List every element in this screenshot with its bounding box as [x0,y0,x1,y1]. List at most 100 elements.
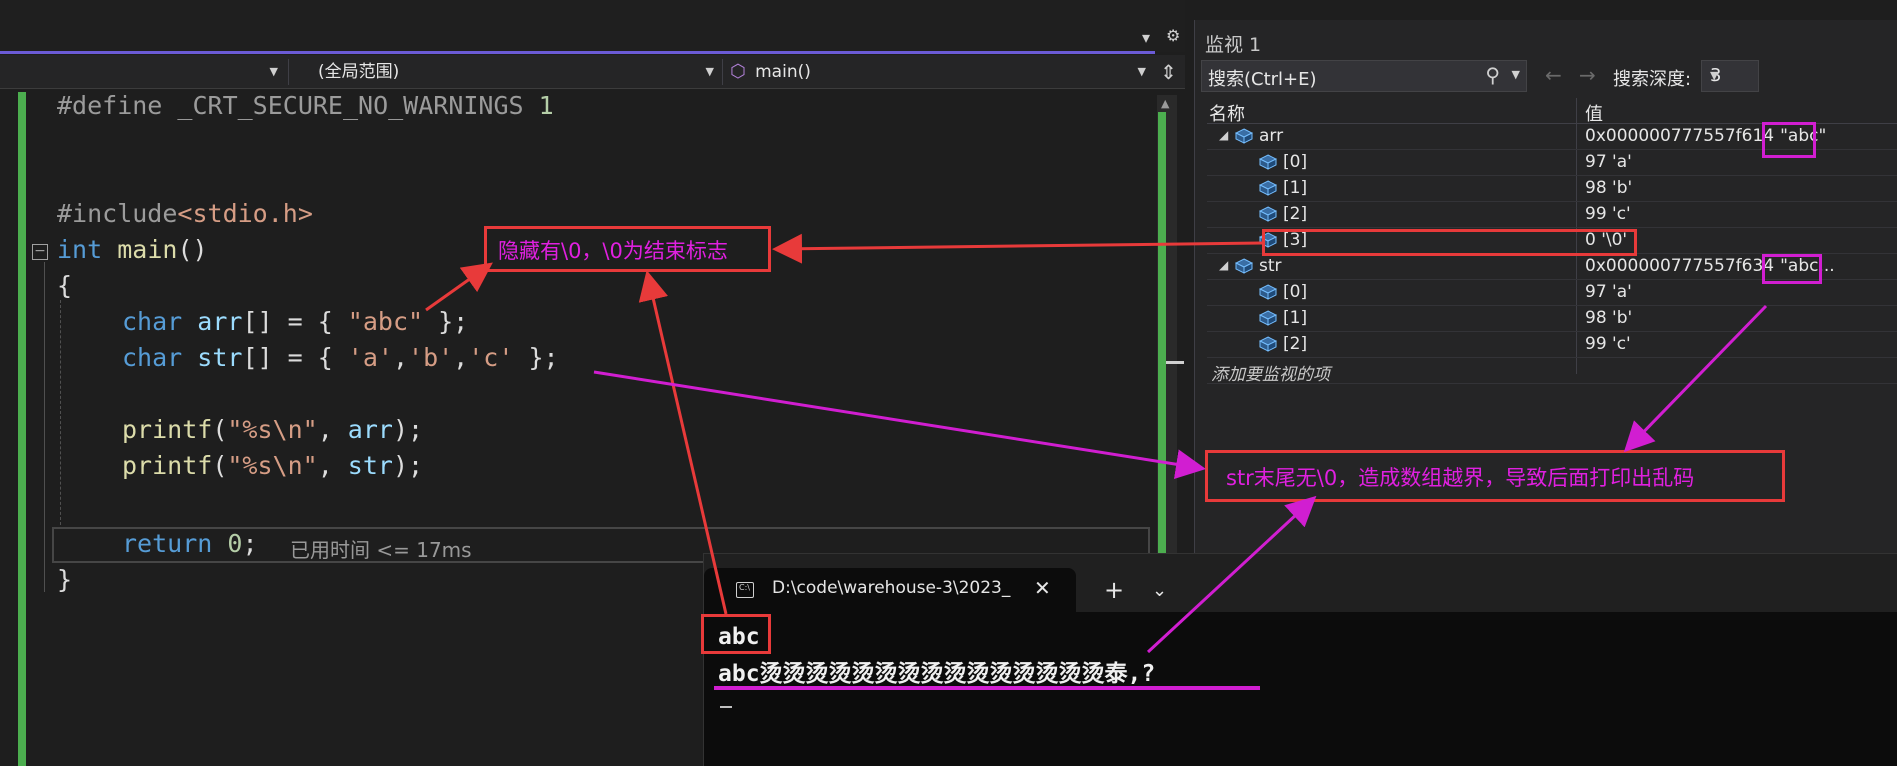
code-token: printf [122,451,213,480]
collapse-icon[interactable]: − [32,244,48,260]
code-token: }; [513,343,559,372]
chevron-down-icon[interactable]: ▼ [1512,68,1520,81]
code-line-2[interactable]: #include<stdio.h> [57,196,313,232]
forward-arrow-icon[interactable]: → [1579,63,1596,87]
variable-icon [1259,206,1277,222]
change-indicator [18,92,26,766]
search-icon[interactable]: ⚲ [1485,63,1500,87]
highlight-terminal-abc [701,614,771,654]
search-depth-label: 搜索深度: [1613,69,1692,90]
code-token: return [122,529,213,558]
watch-row[interactable]: [2] 99 'c' [1207,332,1897,358]
watch-name: [0] [1283,152,1308,172]
annotation-hidden-null: 隐藏有\0，\0为结束标志 [498,239,728,263]
function-dropdown[interactable]: ⬡ main() ▼ [730,59,1150,85]
code-line-9[interactable]: return 0; [122,526,258,562]
terminal-tab[interactable]: C:\ D:\code\warehouse-3\2023_1 ✕ [704,568,1076,612]
gear-icon[interactable]: ⚙ [1166,26,1180,45]
watch-name: [0] [1283,282,1308,302]
code-token: ; [242,529,258,558]
project-dropdown[interactable]: ▼ [0,59,282,85]
expand-triangle-icon[interactable]: ◢ [1219,258,1228,272]
code-token: printf [122,415,213,444]
code-token: char [122,343,183,372]
variable-icon [1259,154,1277,170]
cube-icon: ⬡ [730,61,746,82]
code-token: "%s\n" [227,415,318,444]
code-token: char [122,307,183,336]
code-token: 0 [227,529,243,558]
watch-name: [1] [1283,178,1308,198]
code-line-5[interactable]: char arr[] = { "abc" }; [122,304,468,340]
chevron-down-icon[interactable]: ⌄ [1152,580,1167,601]
watch-value: 97 'a' [1585,282,1632,302]
code-line-10[interactable]: } [57,562,72,598]
new-tab-icon[interactable]: + [1104,576,1124,604]
search-depth-select[interactable]: 3 ▼ [1701,60,1759,92]
variable-icon [1259,336,1277,352]
code-line-1[interactable]: #define _CRT_SECURE_NO_WARNINGS 1 [57,88,554,124]
code-token: }; [423,307,469,336]
terminal-tab-bar: C:\ D:\code\warehouse-3\2023_1 ✕ + ⌄ [704,554,1897,612]
change-map-indicator [1158,112,1166,558]
close-icon[interactable]: ✕ [1034,576,1051,600]
code-token: _CRT_SECURE_NO_WARNINGS [162,91,524,120]
scope-dropdown[interactable]: (全局范围) ▼ [318,59,718,85]
watch-grid-header: 名称 值 [1207,98,1897,126]
watch-name: [2] [1283,334,1308,354]
code-token: 'a' [347,343,393,372]
watch-value: 97 'a' [1585,152,1632,172]
watch-value: 98 'b' [1585,308,1633,328]
variable-icon [1259,310,1277,326]
terminal-window[interactable]: C:\ D:\code\warehouse-3\2023_1 ✕ + ⌄ abc… [703,553,1897,766]
divider [288,59,289,85]
code-line-6[interactable]: char str[] = { 'a','b','c' }; [122,340,559,376]
code-token: ); [392,451,424,480]
expand-triangle-icon[interactable]: ◢ [1219,128,1228,142]
code-token: arr [347,415,393,444]
code-line-8[interactable]: printf("%s\n", str); [122,448,423,484]
code-token: 'b' [408,343,454,372]
code-token: main [117,235,178,264]
scroll-up-icon[interactable]: ▲ [1161,97,1169,110]
chevron-down-icon: ▼ [705,65,714,78]
watch-name: [2] [1283,204,1308,224]
code-line-3[interactable]: int main() [57,232,208,268]
watch-title: 监视 1 [1205,34,1262,56]
add-watch-label[interactable]: 添加要监视的项 [1211,360,1330,385]
elapsed-time-label: 已用时间 <= 17ms [290,538,472,562]
dropdown-icon[interactable]: ▾ [1142,28,1150,47]
watch-address: 0x000000777557f634 [1585,256,1775,276]
watch-row[interactable]: [2] 99 'c' [1207,202,1897,228]
code-token: str [197,343,243,372]
code-token: int [57,235,103,264]
code-token: <stdio.h> [177,199,313,228]
navigation-bar: ▼ (全局范围) ▼ ⬡ main() ▼ [0,55,1185,89]
column-header-name[interactable]: 名称 [1209,100,1245,126]
code-token: 'c' [468,343,514,372]
code-token: [] = { [242,307,348,336]
code-token: () [177,235,208,264]
search-placeholder: 搜索(Ctrl+E) [1208,69,1317,90]
terminal-cursor [720,706,732,708]
back-arrow-icon[interactable]: ← [1545,63,1562,87]
chevron-down-icon: ▼ [1710,69,1719,82]
code-line-4[interactable]: { [57,268,72,304]
code-token: #define [57,91,163,120]
watch-row[interactable]: [1] 98 'b' [1207,306,1897,332]
split-window-icon[interactable]: ⇕ [1160,60,1177,84]
watch-row[interactable]: [1] 98 'b' [1207,176,1897,202]
watch-search-input[interactable]: 搜索(Ctrl+E) ⚲ ▼ [1201,60,1527,92]
divider [722,59,723,85]
indent-guide [60,300,61,525]
code-line-7[interactable]: printf("%s\n", arr); [122,412,423,448]
column-header-value[interactable]: 值 [1585,100,1603,126]
editor-tab-accent [0,51,1155,54]
code-token: arr [197,307,243,336]
scope-label: (全局范围) [318,62,400,82]
code-token: "abc" [347,307,424,336]
highlight-arr-preview [1762,122,1816,158]
terminal-output-line: abc烫烫烫烫烫烫烫烫烫烫烫烫烫烫烫泰,? [718,661,1156,687]
add-watch-row[interactable]: 添加要监视的项 [1207,358,1897,385]
watch-name: str [1259,256,1282,276]
